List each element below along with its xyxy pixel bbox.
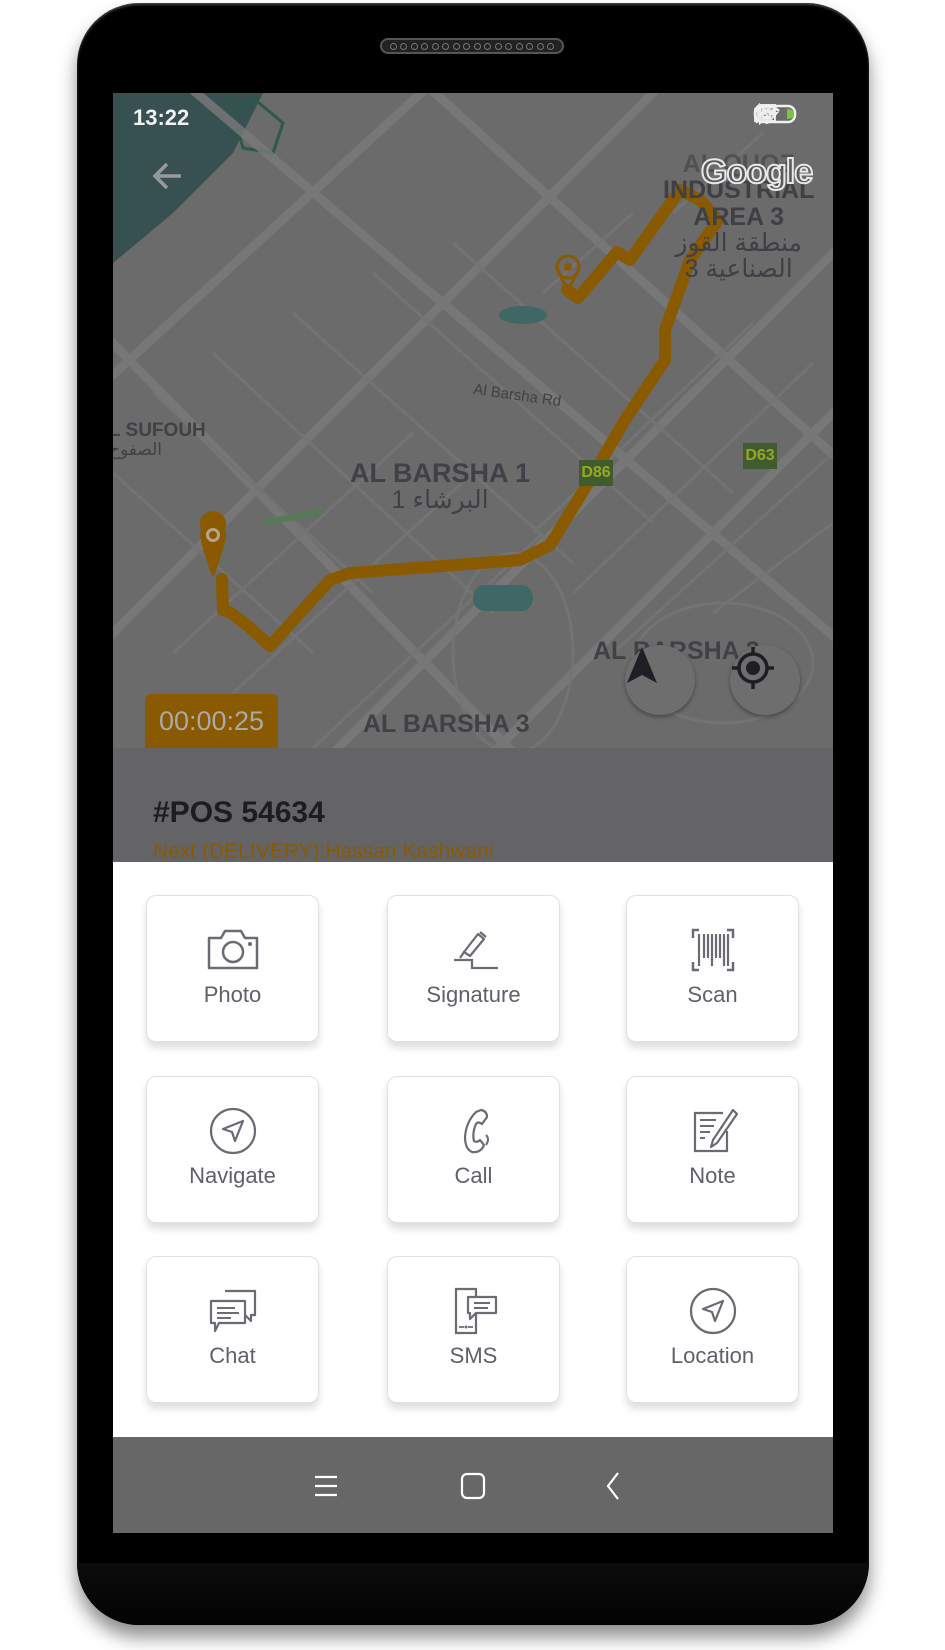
note-button[interactable]: Note (626, 1076, 799, 1223)
order-id: #POS 54634 (153, 796, 325, 829)
map-label-arabic: البرشاء 1 (391, 486, 489, 515)
route-start-pin[interactable] (200, 511, 227, 577)
map-label-al-barsha-1: AL BARSHA 1 البرشاء 1 (350, 459, 530, 514)
navigate-arrow-icon (209, 1107, 256, 1155)
location-arrow-icon (689, 1287, 736, 1335)
status-time: 13:22 (133, 105, 190, 130)
my-location-button[interactable] (730, 645, 800, 715)
phone-icon (463, 1108, 489, 1154)
map-view[interactable]: 13:22 AL QUOZ INDUSTRIAL AREA 3 منطقة ال… (113, 93, 833, 748)
note-label: Note (689, 1163, 736, 1188)
map-label-al-barsha-3: AL BARSHA 3 (363, 710, 530, 738)
navigate-button[interactable]: Navigate (146, 1076, 319, 1223)
recents-button[interactable] (309, 1469, 343, 1503)
note-edit-icon (693, 1108, 738, 1153)
sms-phone-icon (454, 1287, 497, 1335)
next-stop-label: Next (DELIVERY):Hassan Kashwani (153, 840, 494, 863)
camera-icon (207, 929, 258, 970)
order-info: #POS 54634 Next (DELIVERY):Hassan Kashwa… (113, 748, 833, 863)
back-chevron-icon (606, 1472, 619, 1500)
call-label: Call (454, 1163, 493, 1188)
call-button[interactable]: Call (387, 1076, 560, 1223)
signature-button[interactable]: Signature (387, 895, 560, 1042)
map-lake (473, 585, 533, 611)
photo-label: Photo (203, 982, 262, 1007)
action-grid: Photo Signature Scan Navigate Call Note … (113, 862, 833, 1437)
phone-screen: 13:22 AL QUOZ INDUSTRIAL AREA 3 منطقة ال… (113, 93, 833, 1533)
arrow-left-icon (152, 162, 181, 190)
road-badge-d86: D86 (579, 460, 613, 486)
navigation-arrow-icon (627, 647, 657, 683)
chat-label: Chat (209, 1343, 256, 1368)
sms-label: SMS (449, 1343, 498, 1368)
chat-bubbles-icon (209, 1289, 256, 1333)
compass-button[interactable] (625, 645, 695, 715)
road-badge-d63: D63 (743, 443, 777, 469)
scan-button[interactable]: Scan (626, 895, 799, 1042)
scan-label: Scan (687, 982, 738, 1007)
map-lake (499, 306, 547, 324)
sms-button[interactable]: SMS (387, 1256, 560, 1403)
google-attribution: Google (700, 152, 814, 192)
map-label-line: L SUFOUH (113, 420, 206, 441)
system-nav-bar (113, 1437, 833, 1533)
signature-pen-icon (453, 931, 498, 970)
trip-timer: 00:00:25 (145, 694, 278, 748)
signature-label: Signature (426, 982, 521, 1007)
map-label-line: AL BARSHA 1 (350, 458, 531, 488)
home-button[interactable] (456, 1469, 490, 1503)
speaker-grill (380, 38, 564, 54)
location-label: Location (670, 1343, 755, 1368)
chat-button[interactable]: Chat (146, 1256, 319, 1403)
menu-lines-icon (315, 1475, 337, 1497)
map-back-button[interactable] (147, 155, 189, 197)
map-label-arabic: الصناعية 3 (684, 255, 793, 283)
map-label-arabic: منطقة القوز (675, 228, 803, 257)
phone-chin (77, 1563, 869, 1625)
back-button[interactable] (596, 1469, 630, 1503)
navigate-label: Navigate (189, 1163, 276, 1188)
my-location-icon (732, 647, 774, 689)
map-label-line: AREA 3 (693, 202, 785, 231)
home-square-icon (460, 1472, 486, 1500)
photo-button[interactable]: Photo (146, 895, 319, 1042)
status-bar: 13:22 (113, 93, 833, 143)
location-button[interactable]: Location (626, 1256, 799, 1403)
map-label-sufouh: L SUFOUH الصفوح (113, 421, 206, 459)
map-label-arabic: الصفوح (113, 439, 163, 459)
barcode-scan-icon (691, 928, 734, 972)
